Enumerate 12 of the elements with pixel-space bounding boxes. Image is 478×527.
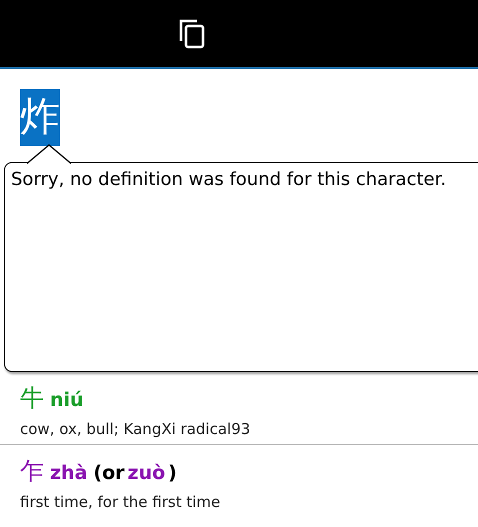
alternate-label: ) [168,462,177,484]
selected-character: 炸 [20,89,60,146]
copy-icon[interactable] [179,18,205,48]
entry-character[interactable]: 牛 [20,382,44,414]
pinyin: zhà [50,462,88,484]
entry-character[interactable]: 乍 [20,455,44,487]
definition: cow, ox, bull; KangXi radical93 [20,420,252,438]
pinyin: niú [50,389,84,411]
popup-message: Sorry, no definition was found for this character. [11,169,446,190]
definition: first time, for the first time [20,493,222,511]
pinyin: zuò [128,462,166,484]
alternate-label: (or [93,462,125,484]
